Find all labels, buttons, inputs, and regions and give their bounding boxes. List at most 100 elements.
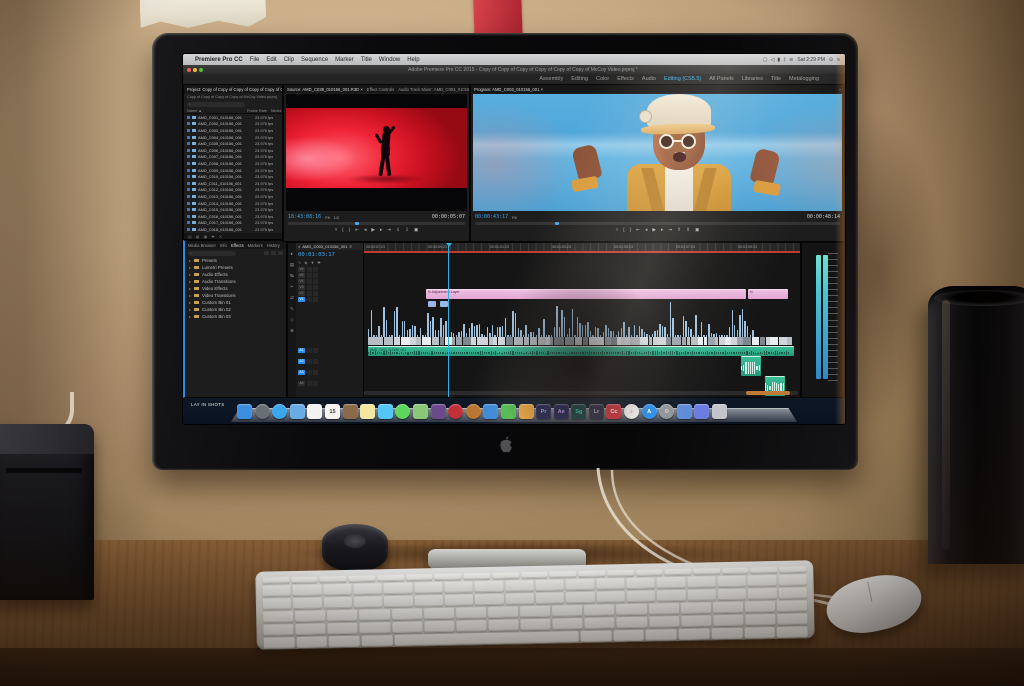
cut-segment[interactable]	[553, 337, 559, 345]
twirl-icon[interactable]: ▸	[189, 314, 191, 319]
dock-icon[interactable]	[694, 404, 710, 419]
keyboard-key[interactable]	[353, 596, 383, 608]
keyboard-key[interactable]	[434, 573, 462, 581]
footer-icon[interactable]: ✕	[219, 234, 222, 239]
keyboard-key[interactable]	[596, 591, 625, 603]
source-timecode[interactable]: 18:43:08:16	[288, 214, 321, 220]
track-mute-icon[interactable]	[313, 285, 318, 290]
a-track-header-4[interactable]: A4	[298, 379, 318, 388]
menu-clock[interactable]: Sat 2:29 PM	[797, 57, 825, 63]
panel-overflow-icon[interactable]: »	[839, 87, 841, 92]
cut-segment[interactable]	[513, 337, 523, 345]
cut-segment[interactable]	[550, 337, 554, 345]
cut-segment[interactable]	[421, 337, 431, 345]
keyboard-key[interactable]	[505, 580, 534, 592]
footer-icon[interactable]: ▤	[188, 234, 192, 239]
cut-segment[interactable]	[588, 337, 597, 345]
keyboard-key[interactable]	[552, 605, 583, 617]
effects-tab[interactable]: Info	[220, 243, 227, 248]
footer-icon[interactable]: ✚	[211, 234, 214, 239]
twirl-icon[interactable]: ▸	[189, 300, 191, 305]
keyboard-key[interactable]	[607, 569, 634, 577]
keyboard-key[interactable]	[552, 618, 583, 630]
transport-button[interactable]: ◂	[364, 227, 366, 233]
twirl-icon[interactable]: ▸	[189, 286, 191, 291]
keyboard-key[interactable]	[414, 594, 443, 607]
dock-icon[interactable]	[342, 404, 358, 419]
tool-icon[interactable]: ✎	[290, 306, 294, 312]
label-color-chip[interactable]	[187, 208, 190, 212]
keyboard-key[interactable]	[293, 597, 322, 610]
label-color-chip[interactable]	[187, 188, 190, 192]
cut-segment[interactable]	[368, 337, 374, 345]
effects-folder-row[interactable]: ▸ Lumetri Presets	[185, 264, 286, 271]
cut-segment[interactable]	[384, 337, 394, 345]
tool-icon[interactable]: ⊕	[290, 328, 294, 334]
notification-center-icon[interactable]: ≡	[837, 57, 840, 63]
dock-icon[interactable]	[483, 404, 499, 419]
cut-segment[interactable]	[374, 337, 384, 345]
dock-icon[interactable]	[465, 404, 481, 419]
status-icon[interactable]: ▮	[777, 57, 780, 63]
v-track-header-2[interactable]: V2	[298, 291, 318, 296]
keyboard-key[interactable]	[776, 626, 808, 638]
keyboard-key[interactable]	[455, 607, 487, 619]
source-resolution-dropdown[interactable]: 1/2	[334, 215, 340, 220]
cut-segment[interactable]	[779, 337, 787, 345]
keyboard-key[interactable]	[319, 575, 347, 583]
keyboard-key[interactable]	[613, 629, 645, 642]
track-mute-icon[interactable]	[313, 291, 318, 296]
source-patch-cell[interactable]: A3	[298, 370, 305, 375]
menu-item[interactable]: Edit	[266, 57, 276, 63]
effects-folder-row[interactable]: ▸ Custom Bin 03	[185, 313, 286, 320]
keyboard-key[interactable]	[648, 602, 679, 615]
dock-icon[interactable]	[377, 404, 393, 419]
cut-segment[interactable]	[605, 337, 611, 345]
menu-item[interactable]: Window	[379, 57, 400, 63]
source-patch-cell[interactable]: A2	[298, 359, 305, 364]
cut-segment[interactable]	[737, 337, 743, 345]
source-patch-cell[interactable]: V2	[298, 291, 305, 296]
cut-segment[interactable]	[559, 337, 565, 345]
keyboard-key[interactable]	[505, 593, 534, 605]
project-clip-row[interactable]: AMD_C016_010156_001 23.976 fps	[184, 213, 282, 220]
status-icon[interactable]: ᛒ	[783, 57, 786, 63]
keyboard-key[interactable]	[578, 570, 606, 578]
label-color-chip[interactable]	[187, 148, 190, 152]
keyboard-key[interactable]	[361, 634, 393, 647]
label-color-chip[interactable]	[187, 128, 190, 132]
cut-segment[interactable]	[455, 337, 463, 345]
cut-segment[interactable]	[582, 337, 588, 345]
keyboard-key[interactable]	[596, 578, 625, 590]
source-patch-cell[interactable]: A4	[298, 381, 305, 386]
keyboard-key[interactable]	[295, 623, 326, 636]
filter-yuv-icon[interactable]	[278, 251, 283, 255]
keyboard-key[interactable]	[262, 585, 292, 597]
label-color-chip[interactable]	[187, 227, 190, 231]
track-lock-icon[interactable]	[306, 297, 312, 302]
project-clip-row[interactable]: AMD_C017_010156_001 23.976 fps	[184, 220, 282, 227]
menu-item[interactable]: File	[250, 57, 260, 63]
track-mute-icon[interactable]	[313, 297, 318, 302]
label-color-chip[interactable]	[187, 221, 190, 225]
project-clip-row[interactable]: AMD_C005_010156_001 23.976 fps	[184, 140, 282, 147]
track-mute-icon[interactable]	[313, 359, 318, 364]
keyboard-key[interactable]	[616, 616, 647, 629]
program-video-area[interactable]	[473, 94, 842, 211]
tab-audio-track-mixer[interactable]: Audio Track Mixer: AMD_C003_010156_N	[398, 87, 469, 92]
keyboard-key[interactable]	[549, 571, 577, 578]
workspace-tab[interactable]: Color	[596, 76, 609, 82]
cut-segment[interactable]	[652, 337, 659, 345]
keyboard-key[interactable]	[292, 584, 322, 597]
dock-icon[interactable]	[518, 404, 534, 419]
workspace-tab[interactable]: All Panels	[709, 76, 733, 82]
audio-clip-a1[interactable]: AMD_C003_010156_001	[368, 346, 794, 356]
transport-button[interactable]: ▣	[695, 227, 699, 233]
cut-segment[interactable]	[597, 337, 605, 345]
cut-segment[interactable]	[497, 337, 506, 345]
dock-icon[interactable]	[448, 404, 464, 419]
dock-icon[interactable]	[237, 404, 252, 419]
cut-segment[interactable]	[471, 337, 477, 345]
label-color-chip[interactable]	[187, 214, 190, 218]
transport-button[interactable]: ⇩	[405, 227, 409, 233]
